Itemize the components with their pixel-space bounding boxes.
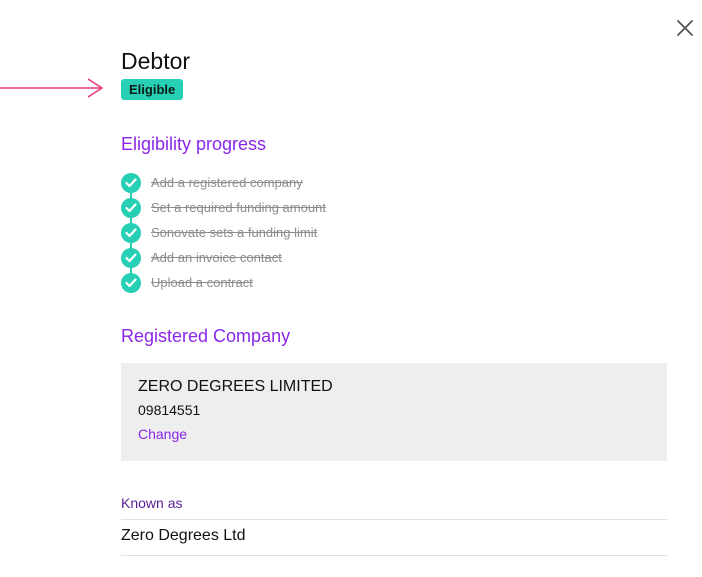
company-card: ZERO DEGREES LIMITED 09814551 Change (121, 363, 667, 461)
step-label: Sonovate sets a funding limit (151, 225, 318, 240)
step-label: Set a required funding amount (151, 200, 326, 215)
registered-company-heading: Registered Company (121, 326, 291, 346)
check-icon (121, 272, 141, 293)
divider (121, 519, 667, 520)
step-label: Add an invoice contact (151, 250, 282, 265)
step-label: Add a registered company (151, 175, 303, 190)
eligibility-steps-list: Add a registered company Set a required … (121, 170, 326, 295)
check-icon (121, 172, 141, 193)
debtor-panel: Debtor Eligible Eligibility progress Add… (0, 0, 702, 577)
divider (121, 555, 667, 556)
known-as-label: Known as (121, 495, 183, 511)
known-as-value: Zero Degrees Ltd (121, 527, 246, 544)
company-number: 09814551 (138, 402, 201, 418)
close-button[interactable] (674, 17, 696, 39)
check-icon (121, 247, 141, 268)
change-company-link[interactable]: Change (138, 426, 187, 442)
check-icon (121, 197, 141, 218)
company-name: ZERO DEGREES LIMITED (138, 378, 333, 395)
list-item: Sonovate sets a funding limit (121, 220, 326, 245)
status-badge: Eligible (121, 79, 184, 100)
eligibility-progress-heading: Eligibility progress (121, 134, 267, 154)
step-label: Upload a contract (151, 275, 253, 290)
list-item: Add a registered company (121, 170, 326, 195)
check-icon (121, 222, 141, 243)
list-item: Upload a contract (121, 270, 326, 295)
arrow-right-icon (0, 78, 103, 98)
list-item: Set a required funding amount (121, 195, 326, 220)
page-title: Debtor (121, 48, 191, 74)
list-item: Add an invoice contact (121, 245, 326, 270)
close-icon (677, 20, 693, 36)
